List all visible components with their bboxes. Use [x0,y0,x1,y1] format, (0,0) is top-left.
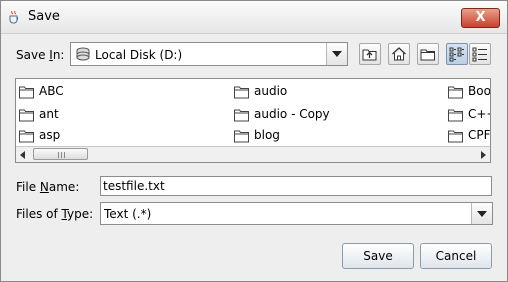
save-in-combobox[interactable]: Local Disk (D:) [70,42,348,66]
java-cup-icon [9,10,19,24]
save-button[interactable]: Save [342,243,414,269]
folder-icon [19,130,34,143]
details-view-button[interactable] [469,43,491,65]
chevron-down-icon [477,211,487,217]
file-list[interactable]: ABC ant asp audio audio - Copy blog Boo [15,78,491,163]
up-one-level-button[interactable] [359,43,381,65]
arrow-left-icon [20,151,25,159]
files-of-type-value: Text (.*) [104,207,152,221]
window-title: Save [28,9,60,24]
folder-icon [19,109,34,122]
file-name-input[interactable]: testfile.txt [100,176,492,196]
list-view-button[interactable] [446,43,468,65]
new-folder-icon [420,49,435,61]
scroll-thumb[interactable] [33,148,88,160]
save-in-label: Save In: [16,48,65,62]
details-view-icon [472,47,487,62]
folder-icon [448,130,463,143]
save-in-dropdown-button[interactable] [326,43,347,65]
files-of-type-combobox[interactable]: Text (.*) [100,202,493,225]
cancel-button[interactable]: Cancel [420,243,492,269]
folder-icon [448,86,463,99]
folder-icon [448,109,463,122]
folder-icon [234,86,249,99]
chevron-down-icon [332,51,342,57]
folder-icon [234,109,249,122]
close-icon: X [475,10,486,25]
files-of-type-label: Files of Type: [16,207,94,221]
save-dialog: Save X Save In: Local Disk (D:) ABC ant … [0,0,508,282]
grip-line [58,152,59,158]
title-bar[interactable]: Save X [1,1,507,34]
files-of-type-dropdown-button[interactable] [471,203,492,224]
close-button[interactable]: X [461,8,500,28]
new-folder-button[interactable] [417,43,439,65]
scroll-left-button[interactable] [16,147,30,162]
folder-up-icon [362,49,377,61]
list-view-icon [449,47,464,62]
grip-line [64,152,65,158]
home-button[interactable] [388,43,410,65]
home-icon [392,47,406,61]
scroll-right-button[interactable] [476,147,490,162]
folder-icon [19,86,34,99]
save-in-value: Local Disk (D:) [95,48,183,62]
folder-icon [234,130,249,143]
arrow-right-icon [481,151,486,159]
grip-line [61,152,62,158]
disk-drive-icon [76,47,90,61]
horizontal-scrollbar[interactable] [16,146,490,162]
file-name-label: File Name: [16,180,80,194]
